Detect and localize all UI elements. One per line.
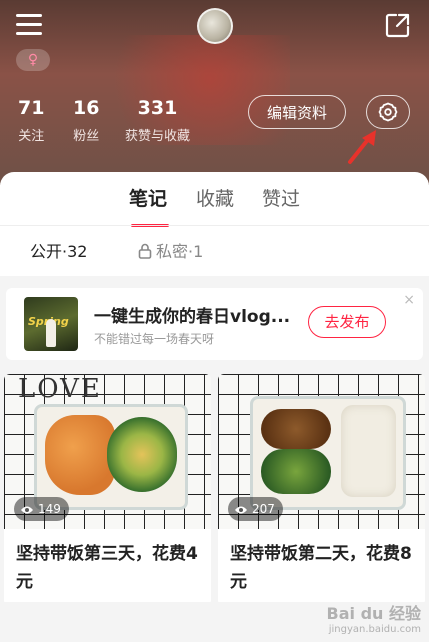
note-title: 坚持带饭第二天，花费8元 [230, 544, 412, 592]
stat-followers-label: 粉丝 [73, 129, 100, 144]
content-panel: 笔记 收藏 赞过 公开·32 私密·1 Spring 一键生成你的春日vlog.… [0, 172, 429, 642]
tab-notes[interactable]: 笔记 [129, 184, 167, 211]
note-image: 207 [218, 374, 425, 529]
watermark: Bai du 经验 jingyan.baidu.com [327, 600, 421, 635]
avatar[interactable] [197, 8, 233, 44]
eye-icon [21, 506, 33, 514]
note-image: LOVE 149 [4, 374, 211, 529]
view-count: 207 [228, 497, 283, 521]
tab-bar: 笔记 收藏 赞过 [0, 184, 429, 227]
publish-button[interactable]: 去发布 [308, 306, 386, 338]
menu-icon[interactable] [16, 14, 42, 36]
note-title: 坚持带饭第三天，花费4元 [16, 544, 198, 592]
note-card[interactable]: 207 坚持带饭第二天，花费8元 [218, 374, 425, 606]
stat-following-count: 71 [18, 97, 45, 119]
profile-stats: 71 关注 16 粉丝 331 获赞与收藏 [0, 97, 220, 147]
close-icon[interactable]: × [403, 292, 415, 308]
stat-followers[interactable]: 16 粉丝 [73, 97, 99, 144]
tab-liked[interactable]: 赞过 [262, 184, 300, 211]
eye-icon [235, 506, 247, 514]
gender-badge: ♀ [16, 49, 50, 71]
edit-profile-button[interactable]: 编辑资料 [248, 95, 346, 129]
promo-banner[interactable]: Spring 一键生成你的春日vlog... 不能错过每一场春天呀 去发布 × [6, 288, 423, 360]
view-count-value: 149 [38, 502, 61, 516]
stat-following-label: 关注 [18, 129, 45, 144]
settings-button[interactable] [366, 95, 410, 129]
stat-followers-count: 16 [73, 97, 100, 119]
stat-likes[interactable]: 331 获赞与收藏 [125, 97, 190, 144]
lock-icon [138, 243, 152, 259]
view-count: 149 [14, 497, 69, 521]
share-icon[interactable] [385, 12, 411, 38]
filter-row: 公开·32 私密·1 [0, 238, 429, 268]
promo-subtitle: 不能错过每一场春天呀 [94, 332, 215, 346]
annotation-arrow-icon [348, 130, 376, 164]
stat-likes-label: 获赞与收藏 [125, 129, 191, 144]
filter-public[interactable]: 公开·32 [30, 238, 87, 262]
watermark-url: jingyan.baidu.com [328, 624, 421, 635]
filter-private[interactable]: 私密·1 [138, 238, 203, 262]
note-card[interactable]: LOVE 149 坚持带饭第三天，花费4元 [4, 374, 211, 606]
note-image-text: LOVE [18, 374, 102, 404]
view-count-value: 207 [252, 502, 275, 516]
stat-following[interactable]: 71 关注 [18, 97, 44, 144]
divider [0, 225, 429, 226]
promo-title: 一键生成你的春日vlog... [94, 307, 291, 327]
tab-collections[interactable]: 收藏 [196, 184, 234, 211]
stat-likes-count: 331 [137, 97, 178, 119]
promo-thumbnail: Spring [24, 297, 78, 351]
gear-icon [378, 102, 398, 122]
filter-private-label: 私密·1 [156, 242, 204, 261]
watermark-brand: Bai du 经验 [326, 604, 421, 623]
